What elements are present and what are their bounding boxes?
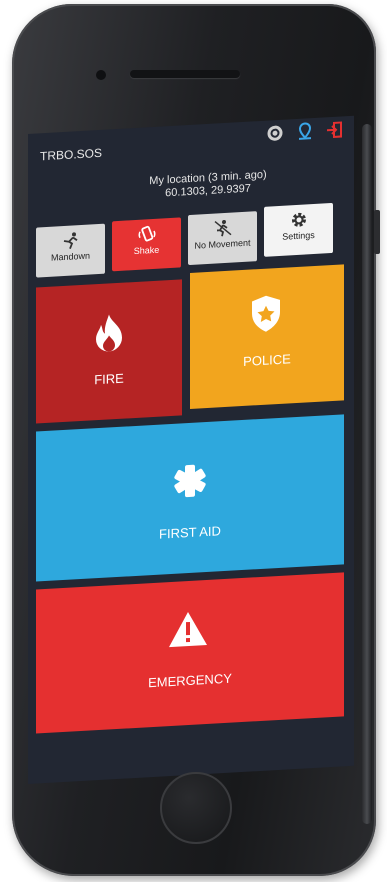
front-camera <box>96 70 106 80</box>
settings-button[interactable]: Settings <box>264 202 333 257</box>
warning-triangle-icon <box>168 610 208 651</box>
location-info: My location (3 min. ago) 60.1303, 29.939… <box>108 166 308 203</box>
phone-side-edge <box>362 124 372 824</box>
header-icons <box>266 120 344 142</box>
settings-label: Settings <box>282 229 315 242</box>
no-movement-button[interactable]: No Movement <box>188 211 257 266</box>
home-button[interactable] <box>160 772 232 844</box>
falling-person-icon <box>61 231 81 250</box>
fire-label: FIRE <box>94 370 124 388</box>
mandown-button[interactable]: Mandown <box>36 223 105 278</box>
earpiece-speaker <box>130 70 240 78</box>
police-tile[interactable]: POLICE <box>190 264 344 409</box>
first-aid-tile[interactable]: FIRST AID <box>36 414 344 582</box>
emergency-label: EMERGENCY <box>148 670 232 691</box>
medical-star-icon <box>172 462 208 503</box>
app-screen: TRBO.SOS My location (3 min. ago) 60.130… <box>28 115 354 784</box>
fire-tile[interactable]: FIRE <box>36 279 182 424</box>
side-button[interactable] <box>374 210 380 254</box>
mandown-label: Mandown <box>50 250 91 263</box>
shake-label: Shake <box>133 244 160 257</box>
shake-phone-icon <box>137 225 157 244</box>
no-movement-icon <box>213 219 233 238</box>
app-title: TRBO.SOS <box>40 145 103 164</box>
police-badge-icon <box>250 294 282 337</box>
first-aid-label: FIRST AID <box>159 523 221 542</box>
gear-icon <box>289 210 309 229</box>
emergency-tile[interactable]: EMERGENCY <box>36 572 344 734</box>
location-pin-icon[interactable] <box>296 122 314 141</box>
sync-icon[interactable] <box>266 124 284 143</box>
no-movement-label: No Movement <box>194 237 251 251</box>
shake-button[interactable]: Shake <box>112 217 181 272</box>
police-label: POLICE <box>243 351 291 369</box>
flame-icon <box>94 313 124 356</box>
logout-icon[interactable] <box>326 120 344 139</box>
